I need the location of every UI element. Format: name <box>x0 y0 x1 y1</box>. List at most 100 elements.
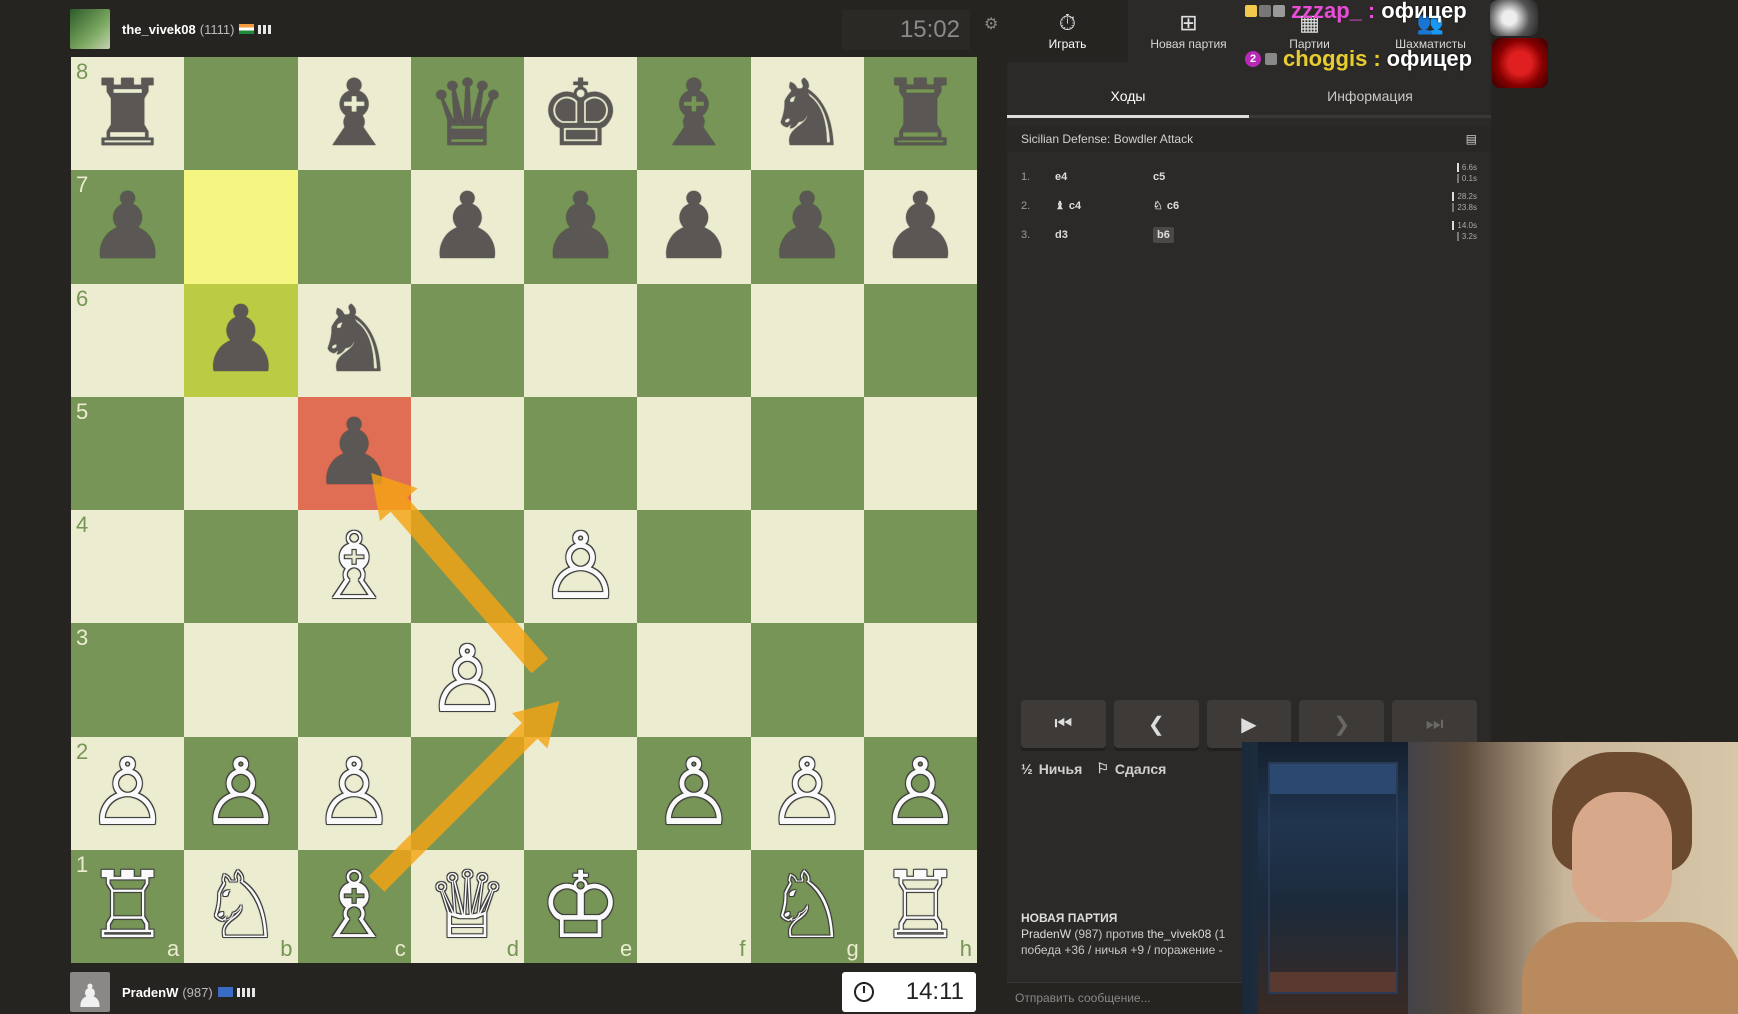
square-f2[interactable]: ♙ <box>637 736 751 850</box>
tab-info[interactable]: Информация <box>1249 76 1491 118</box>
piece-g7[interactable]: ♟ <box>766 181 848 273</box>
piece-a8[interactable]: ♜ <box>86 68 168 160</box>
square-b7[interactable] <box>184 170 298 284</box>
piece-a2[interactable]: ♙ <box>86 747 168 839</box>
square-h6[interactable] <box>863 283 977 397</box>
piece-f2[interactable]: ♙ <box>653 747 735 839</box>
piece-e7[interactable]: ♟ <box>539 181 621 273</box>
square-d7[interactable]: ♟ <box>410 170 524 284</box>
square-e4[interactable]: ♙ <box>524 510 638 624</box>
square-d1[interactable]: d ♕ <box>410 849 524 963</box>
tab-moves[interactable]: Ходы <box>1007 76 1249 118</box>
piece-e1[interactable]: ♔ <box>539 860 621 952</box>
square-d8[interactable]: ♛ <box>410 57 524 171</box>
square-h8[interactable]: ♜ <box>863 57 977 171</box>
piece-d3[interactable]: ♙ <box>426 634 508 726</box>
chess-board[interactable]: 8 ♜ ♝ ♛ ♚ ♝ ♞ ♜ 7 ♟ ♟ ♟ ♟ ♟ ♟ 6 ♟ ♞ 5 ♟ 4 ♗ ♙ 3 ♙ 2 ♙ ♙ ♙ ♙ ♙ ♙ 1 a ♖ b ♘ c ♗ d… <box>71 57 977 963</box>
square-c5[interactable]: ♟ <box>297 396 411 510</box>
square-c6[interactable]: ♞ <box>297 283 411 397</box>
square-f1[interactable]: f <box>637 849 751 963</box>
draw-button[interactable]: ½ Ничья <box>1021 760 1082 777</box>
square-c3[interactable] <box>297 623 411 737</box>
piece-h8[interactable]: ♜ <box>879 68 961 160</box>
piece-a1[interactable]: ♖ <box>86 860 168 952</box>
piece-c5[interactable]: ♟ <box>313 407 395 499</box>
square-e8[interactable]: ♚ <box>524 57 638 171</box>
square-h4[interactable] <box>863 510 977 624</box>
square-f8[interactable]: ♝ <box>637 57 751 171</box>
square-c8[interactable]: ♝ <box>297 57 411 171</box>
new-game-player2[interactable]: the_vivek08 <box>1147 927 1211 941</box>
piece-a7[interactable]: ♟ <box>86 181 168 273</box>
square-h5[interactable] <box>863 396 977 510</box>
square-f6[interactable] <box>637 283 751 397</box>
piece-h2[interactable]: ♙ <box>879 747 961 839</box>
piece-g8[interactable]: ♞ <box>766 68 848 160</box>
square-f7[interactable]: ♟ <box>637 170 751 284</box>
last-move-button[interactable]: ⏭ <box>1392 700 1477 748</box>
nav-play[interactable]: ⏱ Играть <box>1007 0 1128 62</box>
new-game-player1[interactable]: PradenW <box>1021 927 1071 941</box>
piece-c6[interactable]: ♞ <box>313 294 395 386</box>
avatar[interactable] <box>70 9 110 49</box>
square-e7[interactable]: ♟ <box>524 170 638 284</box>
piece-f8[interactable]: ♝ <box>653 68 735 160</box>
resign-button[interactable]: ⚐ Сдался <box>1096 760 1166 777</box>
square-g8[interactable]: ♞ <box>750 57 864 171</box>
square-b8[interactable] <box>184 57 298 171</box>
gear-icon[interactable]: ⚙ <box>984 14 998 34</box>
nav-new-game[interactable]: ⊞ Новая партия <box>1128 0 1249 62</box>
square-h1[interactable]: h ♖ <box>863 849 977 963</box>
square-f5[interactable] <box>637 396 751 510</box>
square-b2[interactable]: ♙ <box>184 736 298 850</box>
square-b3[interactable] <box>184 623 298 737</box>
square-b5[interactable] <box>184 396 298 510</box>
piece-e8[interactable]: ♚ <box>539 68 621 160</box>
piece-h7[interactable]: ♟ <box>879 181 961 273</box>
piece-d8[interactable]: ♛ <box>426 68 508 160</box>
opening-name[interactable]: Sicilian Defense: Bowdler Attack <box>1021 132 1193 146</box>
square-a4[interactable]: 4 <box>71 510 185 624</box>
square-g1[interactable]: g ♘ <box>750 849 864 963</box>
square-e2[interactable] <box>524 736 638 850</box>
top-player-name[interactable]: the_vivek08 <box>122 22 196 37</box>
square-b6[interactable]: ♟ <box>184 283 298 397</box>
square-b1[interactable]: b ♘ <box>184 849 298 963</box>
piece-e4[interactable]: ♙ <box>539 521 621 613</box>
square-h2[interactable]: ♙ <box>863 736 977 850</box>
square-h7[interactable]: ♟ <box>863 170 977 284</box>
square-g6[interactable] <box>750 283 864 397</box>
prev-move-button[interactable]: ❮ <box>1113 700 1199 748</box>
piece-d7[interactable]: ♟ <box>426 181 508 273</box>
white-move[interactable]: e4 <box>1055 171 1153 183</box>
white-move[interactable]: d3 <box>1055 229 1153 241</box>
square-g5[interactable] <box>750 396 864 510</box>
piece-b6[interactable]: ♟ <box>200 294 282 386</box>
piece-c8[interactable]: ♝ <box>313 68 395 160</box>
black-move[interactable]: c5 <box>1153 171 1251 183</box>
piece-f7[interactable]: ♟ <box>653 181 735 273</box>
black-move[interactable]: b6 <box>1153 226 1251 243</box>
square-e6[interactable] <box>524 283 638 397</box>
square-a7[interactable]: 7 ♟ <box>71 170 185 284</box>
white-move[interactable]: ♝ c4 <box>1055 199 1153 213</box>
square-g2[interactable]: ♙ <box>750 736 864 850</box>
square-c1[interactable]: c ♗ <box>297 849 411 963</box>
square-g4[interactable] <box>750 510 864 624</box>
square-a8[interactable]: 8 ♜ <box>71 57 185 171</box>
square-e1[interactable]: e ♔ <box>524 849 638 963</box>
square-d4[interactable] <box>410 510 524 624</box>
square-a1[interactable]: 1 a ♖ <box>71 849 185 963</box>
play-button[interactable]: ▶ <box>1206 700 1292 748</box>
square-b4[interactable] <box>184 510 298 624</box>
piece-d1[interactable]: ♕ <box>426 860 508 952</box>
first-move-button[interactable]: ⏮ <box>1021 700 1106 748</box>
square-h3[interactable] <box>863 623 977 737</box>
square-f3[interactable] <box>637 623 751 737</box>
square-a2[interactable]: 2 ♙ <box>71 736 185 850</box>
square-d2[interactable] <box>410 736 524 850</box>
piece-b2[interactable]: ♙ <box>200 747 282 839</box>
piece-b1[interactable]: ♘ <box>200 860 282 952</box>
square-a5[interactable]: 5 <box>71 396 185 510</box>
piece-c2[interactable]: ♙ <box>313 747 395 839</box>
